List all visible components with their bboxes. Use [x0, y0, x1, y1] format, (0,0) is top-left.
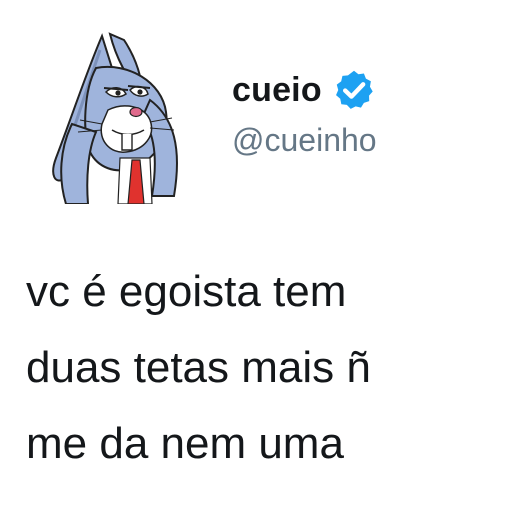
tweet-text-line: me da nem uma	[26, 419, 344, 468]
user-handle[interactable]: @cueinho	[232, 122, 377, 159]
tweet-card: cueio @cueinho vc é egoista tem duas tet…	[0, 0, 512, 512]
author-name-row: cueio	[232, 66, 376, 114]
verified-badge-icon	[332, 68, 376, 112]
tweet-text: vc é egoista tem duas tetas mais ñ me da…	[26, 254, 496, 482]
avatar[interactable]	[32, 28, 200, 204]
tweet-text-line: duas tetas mais ñ	[26, 343, 371, 392]
bugs-bunny-avatar-icon	[52, 32, 178, 204]
display-name[interactable]: cueio	[232, 71, 322, 110]
tweet-text-line: vc é egoista tem	[26, 267, 347, 316]
